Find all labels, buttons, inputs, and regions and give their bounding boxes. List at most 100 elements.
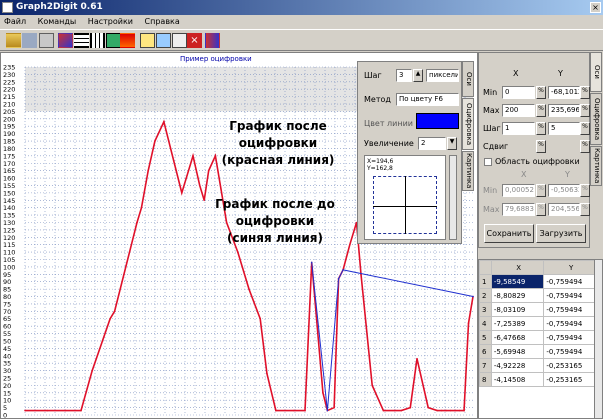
tab-image[interactable]: Картинка: [462, 151, 474, 191]
percent-icon[interactable]: %: [536, 104, 546, 117]
percent-icon[interactable]: %: [536, 203, 546, 216]
tab-digitize[interactable]: Оцифровка: [462, 98, 474, 150]
percent-icon[interactable]: %: [580, 203, 590, 216]
tab-image[interactable]: Картинка: [590, 146, 602, 186]
zoom-select[interactable]: 2: [418, 137, 446, 150]
close-icon[interactable]: ×: [590, 2, 601, 13]
percent-icon[interactable]: %: [580, 86, 590, 99]
area-checkbox[interactable]: [484, 158, 492, 166]
percent-icon[interactable]: %: [580, 122, 590, 135]
row-y[interactable]: -0,253165: [543, 358, 597, 373]
row-y[interactable]: -0,759494: [543, 330, 597, 345]
data-point: [449, 409, 452, 412]
min-y-input[interactable]: -68,1012: [548, 86, 580, 99]
table-scrollbar[interactable]: [594, 260, 602, 418]
save-button[interactable]: Сохранить: [484, 224, 534, 243]
line-color-label: Цвет линии: [364, 119, 413, 128]
row-x[interactable]: -9,58549: [490, 274, 545, 289]
row-y[interactable]: -0,253165: [543, 372, 597, 387]
tab-digitize[interactable]: Оцифровка: [590, 93, 602, 145]
load-button[interactable]: Загрузить: [536, 224, 586, 243]
line-color-swatch[interactable]: [416, 113, 459, 129]
chevron-down-icon[interactable]: ▼: [447, 137, 457, 150]
menu-file[interactable]: Файл: [4, 17, 26, 26]
step-spin-icon[interactable]: ▲: [413, 69, 423, 82]
open-icon[interactable]: [6, 33, 21, 48]
row-index[interactable]: 7: [479, 358, 492, 373]
table-icon[interactable]: [140, 33, 155, 48]
step-x-input[interactable]: 1: [502, 122, 535, 135]
row-x[interactable]: -5,69948: [490, 344, 545, 359]
table-header-y[interactable]: Y: [543, 260, 597, 275]
menu-settings[interactable]: Настройки: [88, 17, 133, 26]
delete-icon[interactable]: ×: [187, 33, 202, 48]
table-row[interactable]: 2 -8,80829 -0,759494: [479, 288, 597, 303]
row-index[interactable]: 4: [479, 316, 492, 331]
row-x[interactable]: -4,92228: [490, 358, 545, 373]
data-point: [337, 277, 340, 280]
row-y[interactable]: -0,759494: [543, 302, 597, 317]
data-point: [91, 369, 93, 372]
menu-commands[interactable]: Команды: [38, 17, 77, 26]
table-header-x[interactable]: X: [490, 260, 545, 275]
shift-x-icon[interactable]: %: [536, 140, 546, 153]
row-x[interactable]: -4,14508: [490, 372, 545, 387]
method-select[interactable]: По цвету F6: [396, 93, 459, 106]
annotation-red-line: График после оцифровки (красная линия): [221, 119, 335, 167]
row-x[interactable]: -7,25389: [490, 316, 545, 331]
row-index[interactable]: 1: [479, 274, 492, 289]
table-row[interactable]: 6 -5,69948 -0,759494: [479, 344, 597, 359]
percent-icon[interactable]: %: [580, 104, 590, 117]
percent-icon[interactable]: %: [536, 86, 546, 99]
save-icon[interactable]: [22, 33, 37, 48]
row-y[interactable]: -0,759494: [543, 316, 597, 331]
row-index[interactable]: 6: [479, 344, 492, 359]
color-icon[interactable]: [120, 33, 135, 48]
row-x[interactable]: -6,47668: [490, 330, 545, 345]
min-x-input[interactable]: 0: [502, 86, 535, 99]
table-row[interactable]: 7 -4,92228 -0,253165: [479, 358, 597, 373]
digitize-icon[interactable]: [58, 33, 73, 48]
image-icon[interactable]: [106, 33, 121, 48]
clear-icon[interactable]: [172, 33, 187, 48]
copy-icon[interactable]: [39, 33, 54, 48]
row-y[interactable]: -0,759494: [543, 288, 597, 303]
row-x[interactable]: -8,03109: [490, 302, 545, 317]
step-y-input[interactable]: 5: [548, 122, 580, 135]
table-row[interactable]: 3 -8,03109 -0,759494: [479, 302, 597, 317]
table-row[interactable]: 8 -4,14508 -0,253165: [479, 372, 597, 387]
row-index[interactable]: 2: [479, 288, 492, 303]
menu-help[interactable]: Справка: [145, 17, 180, 26]
row-y[interactable]: -0,759494: [543, 344, 597, 359]
area-max-y-input[interactable]: 204,5563: [548, 203, 580, 216]
row-x[interactable]: -8,80829: [490, 288, 545, 303]
data-point: [436, 409, 438, 412]
percent-icon[interactable]: %: [536, 184, 546, 197]
area-min-x-input[interactable]: 0,000526: [502, 184, 535, 197]
area-min-y-input[interactable]: -0,50632: [548, 184, 580, 197]
data-point: [140, 206, 143, 209]
shift-y-icon[interactable]: %: [580, 140, 590, 153]
grid-icon[interactable]: [74, 33, 89, 48]
row-index[interactable]: 3: [479, 302, 492, 317]
max-x-input[interactable]: 200: [502, 104, 535, 117]
tab-axes[interactable]: Оси: [590, 52, 602, 92]
area-max-x-input[interactable]: 79,68831: [502, 203, 535, 216]
stats-icon[interactable]: [205, 33, 220, 48]
step-unit-select[interactable]: пиксели: [426, 69, 459, 82]
table-row[interactable]: 1 -9,58549 -0,759494: [479, 274, 597, 289]
row-y[interactable]: -0,759494: [543, 274, 597, 289]
preview-scrollbar[interactable]: [449, 155, 457, 240]
chart-icon[interactable]: [156, 33, 171, 48]
row-index[interactable]: 8: [479, 372, 492, 387]
data-point: [237, 251, 239, 253]
percent-icon[interactable]: %: [580, 184, 590, 197]
step-input[interactable]: 3: [396, 69, 412, 82]
percent-icon[interactable]: %: [536, 122, 546, 135]
table-row[interactable]: 4 -7,25389 -0,759494: [479, 316, 597, 331]
table-row[interactable]: 5 -6,47668 -0,759494: [479, 330, 597, 345]
max-y-input[interactable]: 235,6962: [548, 104, 580, 117]
tab-axes[interactable]: Оси: [462, 61, 474, 97]
row-index[interactable]: 5: [479, 330, 492, 345]
grid-cols-icon[interactable]: [90, 33, 105, 48]
